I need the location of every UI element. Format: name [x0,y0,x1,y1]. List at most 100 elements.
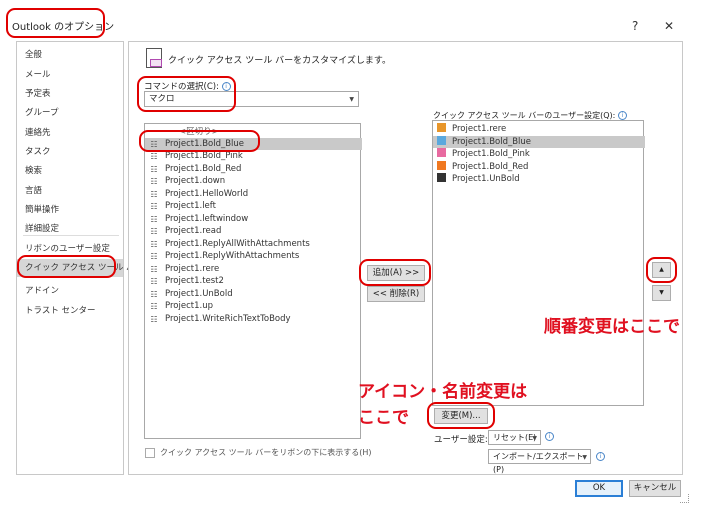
macro-icon: ☷ [150,302,158,311]
commands-list-item-label: Project1.down [165,176,226,186]
reset-dropdown[interactable]: リセット(E) ▼ [488,430,541,445]
sidebar-item[interactable]: リボンのユーザー設定 [25,242,110,254]
sidebar-item[interactable]: アドイン [25,284,59,296]
sidebar-item[interactable]: タスク [25,145,51,157]
commands-list-item[interactable]: ☷ Project1.up [149,300,213,312]
choose-commands-highlight [137,76,236,112]
cancel-button[interactable]: キャンセル [629,480,681,497]
left-item-highlight [139,130,260,152]
qat-list[interactable]: Project1.rere Project1.Bold_Blue Project1.… [432,120,645,406]
commands-list-item[interactable]: ☷ Project1.WriteRichTextToBody [149,313,291,325]
sidebar-item[interactable]: メール [25,68,51,80]
commands-list-item-label: Project1.ReplyWithAttachments [165,251,300,261]
macro-button-icon [437,148,446,157]
sidebar-highlight [17,255,116,278]
macro-icon: ☷ [150,277,158,286]
commands-list-item-label: Project1.WriteRichTextToBody [165,313,291,324]
toolbar-customize-icon [146,48,162,68]
commands-list-item-label: Project1.rere [165,263,220,274]
commands-list-item-label: Project1.left [165,201,216,211]
macro-button-icon [437,135,446,145]
icon-note-line1: アイコン・名前変更は [358,382,528,402]
macro-icon: ☷ [150,239,158,249]
icon-note-line2: ここで [358,408,409,428]
import-export-dropdown[interactable]: インポート/エクスポート(P) ▼ [488,449,591,474]
commands-list-item[interactable]: ☷ Project1.test2 [149,275,224,287]
qat-list-label-text: クイック アクセス ツール バーのユーザー設定(Q): [433,111,616,120]
ok-button[interactable]: OK [575,480,623,497]
commands-list-item-label: Project1.HelloWorld [165,188,249,199]
qat-list-item-label: Project1.Bold_Red [452,161,529,172]
qat-list-item-label: Project1.Bold_Blue [452,136,532,147]
commands-list-item-label: Project1.test2 [165,276,224,286]
chevron-down-icon: ▼ [349,96,354,103]
sidebar-separator [23,235,119,236]
sidebar-item[interactable]: 言語 [25,184,42,196]
commands-list-item-label: Project1.Bold_Pink [165,151,243,161]
qat-list-item[interactable]: Project1.Bold_Pink [437,148,530,160]
macro-icon: ☷ [150,289,158,299]
commands-list-item-label: Project1.leftwindow [165,213,249,224]
commands-list-item[interactable]: ☷ Project1.left [149,200,216,212]
sidebar-item[interactable]: 全般 [25,48,42,60]
chevron-down-icon: ▼ [532,435,537,442]
macro-icon: ☷ [150,264,158,274]
commands-list-item[interactable]: ☷ Project1.UnBold [149,288,233,300]
move-down-button[interactable]: ▼ [652,285,671,301]
order-note: 順番変更はここで [544,317,680,337]
macro-icon: ☷ [150,152,158,161]
sidebar-item[interactable]: 予定表 [25,87,51,99]
sidebar-item[interactable]: 検索 [25,164,42,176]
panel-heading: クイック アクセス ツール バーをカスタマイズします。 [168,56,391,66]
macro-button-icon [437,173,446,182]
user-setting-label: ユーザー設定: [434,435,488,445]
info-icon: i [545,432,554,441]
triangle-down-icon: ▼ [659,289,664,296]
sidebar-item[interactable]: 詳細設定 [25,222,59,234]
qat-list-item-label: Project1.Bold_Pink [452,149,530,159]
sidebar-item[interactable]: トラスト センター [25,304,96,316]
commands-list-item-label: Project1.ReplyAllWithAttachments [165,238,310,249]
show-below-ribbon-checkbox[interactable] [145,448,155,458]
commands-list-item[interactable]: ☷ Project1.down [149,175,225,187]
commands-list-item[interactable]: ☷ Project1.rere [149,263,219,275]
macro-icon: ☷ [150,214,158,224]
resize-grip-icon[interactable] [680,494,689,503]
macro-button-icon [437,123,446,132]
commands-list-item[interactable]: ☷ Project1.ReplyAllWithAttachments [149,238,310,250]
macro-button-icon [437,160,446,170]
sidebar-item[interactable]: グループ [25,106,59,118]
add-button-highlight [359,259,431,286]
close-button[interactable]: ✕ [664,19,674,33]
remove-button[interactable]: << 削除(R) [367,286,425,302]
qat-list-item[interactable]: Project1.Bold_Blue [433,135,645,148]
reset-label: リセット(E) [493,433,537,442]
macro-icon: ☷ [150,189,158,199]
commands-list-item-label: Project1.Bold_Red [165,163,242,174]
show-below-ribbon-label: クイック アクセス ツール バーをリボンの下に表示する(H) [160,448,372,457]
sidebar-item[interactable]: 簡単操作 [25,203,59,215]
sidebar-item[interactable]: 連絡先 [25,126,51,138]
commands-list-item-label: Project1.UnBold [165,288,233,299]
macro-icon: ☷ [150,177,158,186]
commands-list-item[interactable]: ☷ Project1.leftwindow [149,213,248,225]
qat-list-item[interactable]: Project1.UnBold [437,173,520,185]
macro-icon: ☷ [150,252,158,261]
commands-list-item[interactable]: ☷ Project1.Bold_Red [149,163,241,175]
commands-list-item[interactable]: ☷ Project1.HelloWorld [149,188,248,200]
commands-list-item[interactable]: ☷ Project1.read [149,225,221,237]
title-highlight [6,8,105,38]
macro-icon: ☷ [150,227,158,236]
help-button[interactable]: ? [632,19,638,33]
qat-list-item[interactable]: Project1.rere [437,123,506,135]
commands-list-item[interactable]: ☷ Project1.ReplyWithAttachments [149,250,299,262]
commands-list-item-label: Project1.up [165,301,213,311]
commands-list-item-label: Project1.read [165,226,222,236]
qat-list-item[interactable]: Project1.Bold_Red [437,160,529,173]
move-up-highlight [646,257,677,283]
macro-icon: ☷ [150,314,158,324]
macro-icon: ☷ [150,202,158,211]
chevron-down-icon: ▼ [582,454,587,461]
macro-icon: ☷ [150,164,158,174]
commands-list[interactable]: <区切り> ☷ Project1.Bold_Blue ☷ Project1.Bold_P… [144,123,362,439]
